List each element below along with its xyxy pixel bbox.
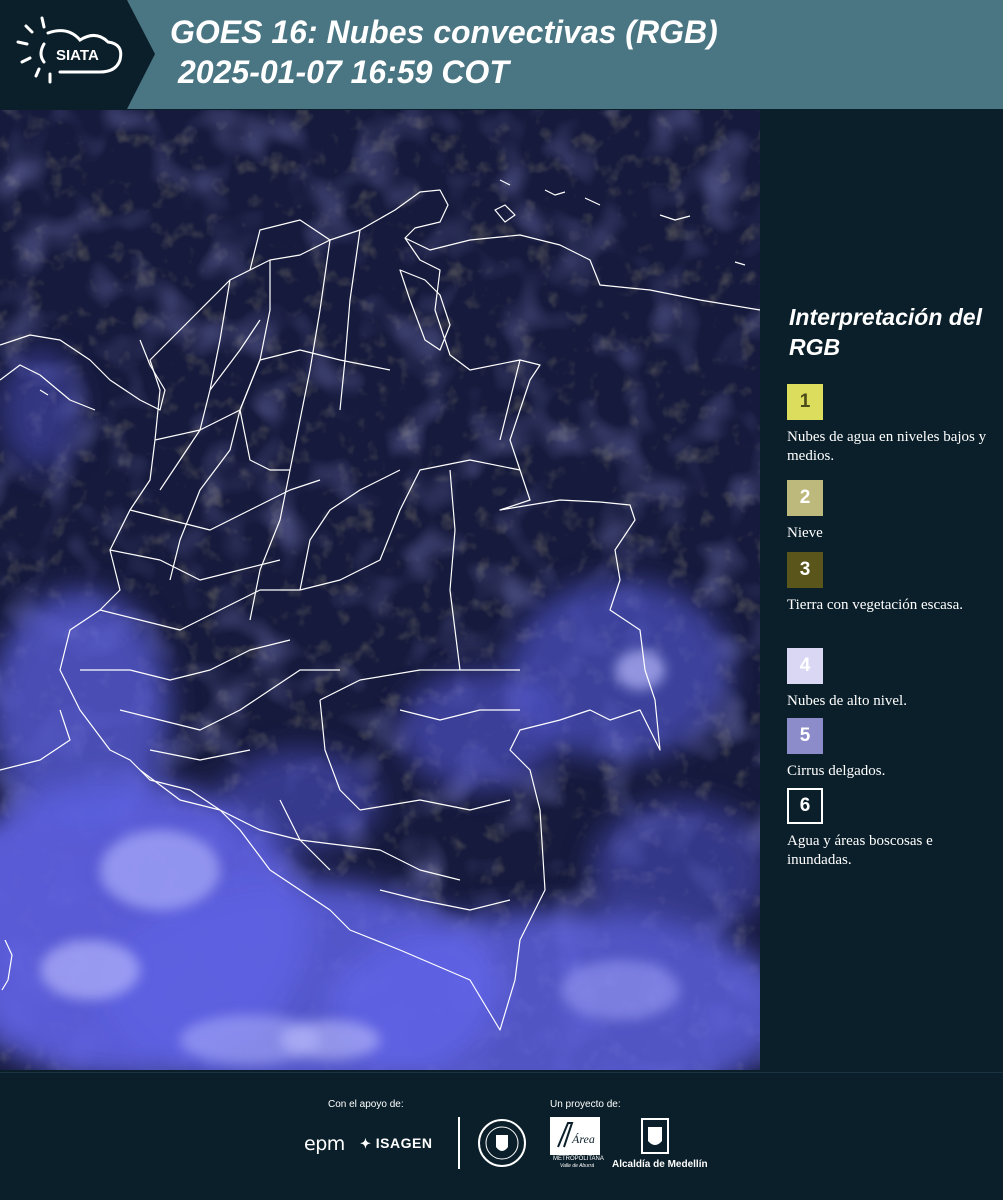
alcaldia-text: Alcaldía de Medellín [612, 1159, 708, 1170]
medellin-seal-icon[interactable] [477, 1117, 527, 1169]
legend-label: Nubes de agua en niveles bajos y medios. [787, 429, 987, 464]
siata-logo-text: SIATA [56, 47, 99, 64]
rgb-legend: Interpretación del RGB 1 Nubes de agua e… [775, 110, 1003, 1070]
legend-number: 6 [799, 795, 811, 816]
legend-swatch-5: 5 [787, 718, 823, 754]
area-metropolitana-logo-icon[interactable]: Área [550, 1117, 600, 1155]
legend-item-5: 5 Cirrus delgados. [787, 718, 997, 781]
isagen-icon: ✦ [360, 1136, 372, 1151]
siata-logo[interactable]: SIATA [0, 0, 155, 109]
legend-swatch-6: 6 [787, 788, 823, 824]
legend-number: 2 [799, 487, 811, 508]
legend-label: Nieve [787, 525, 823, 541]
legend-item-4: 4 Nubes de alto nivel. [787, 648, 997, 711]
epm-logo[interactable]: epm [304, 1133, 345, 1155]
legend-item-6: 6 Agua y áreas boscosas e inundadas. [787, 788, 997, 870]
legend-title: Interpretación del RGB [789, 304, 982, 360]
header-bar: SIATA GOES 16: Nubes convectivas (RGB) 2… [0, 0, 1003, 109]
legend-swatch-3: 3 [787, 552, 823, 588]
legend-number: 4 [799, 655, 811, 676]
legend-number: 1 [799, 391, 811, 412]
legend-swatch-1: 1 [787, 384, 823, 420]
legend-label: Cirrus delgados. [787, 763, 886, 779]
isagen-label: ISAGEN [375, 1135, 433, 1151]
legend-label: Tierra con vegetación escasa. [787, 597, 964, 613]
valle-aburra-text: Valle de Aburrá [560, 1163, 595, 1169]
project-label: Un proyecto de: [550, 1099, 621, 1110]
legend-label: Nubes de alto nivel. [787, 693, 907, 709]
legend-label: Agua y áreas boscosas e inundadas. [787, 833, 933, 868]
legend-swatch-4: 4 [787, 648, 823, 684]
satellite-map[interactable] [0, 110, 760, 1070]
alcaldia-shield-icon[interactable] [612, 1117, 702, 1157]
legend-number: 5 [799, 725, 811, 746]
legend-item-1: 1 Nubes de agua en niveles bajos y medio… [787, 384, 997, 466]
legend-item-2: 2 Nieve [787, 480, 997, 543]
page-title: GOES 16: Nubes convectivas (RGB) [170, 14, 718, 50]
footer: Con el apoyo de: Un proyecto de: epm ✦ I… [0, 1072, 1003, 1200]
area-metropolitana-text: METROPOLITANA [553, 1156, 604, 1162]
legend-swatch-2: 2 [787, 480, 823, 516]
area-logo-text: Área [571, 1132, 595, 1146]
legend-number: 3 [799, 559, 811, 580]
support-label: Con el apoyo de: [328, 1099, 404, 1110]
page-timestamp: 2025-01-07 16:59 COT [178, 54, 509, 90]
footer-divider [458, 1117, 460, 1169]
legend-item-3: 3 Tierra con vegetación escasa. [787, 552, 997, 615]
isagen-logo[interactable]: ✦ ISAGEN [360, 1135, 432, 1152]
